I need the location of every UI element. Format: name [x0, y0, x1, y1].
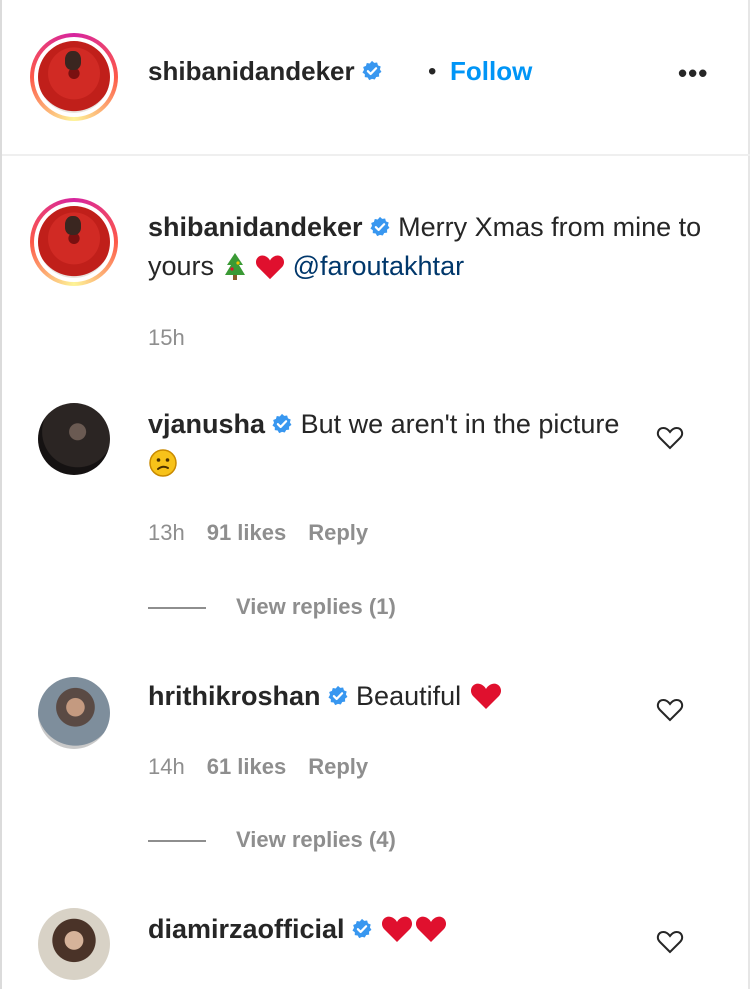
confused-face-icon: [149, 449, 177, 477]
caption-time[interactable]: 15h: [148, 325, 185, 350]
comment-time[interactable]: 14h: [148, 754, 185, 779]
comment-username[interactable]: diamirzaofficial: [148, 914, 345, 944]
like-heart-icon[interactable]: [656, 424, 684, 452]
caption-avatar[interactable]: [30, 198, 118, 286]
commenter-avatar[interactable]: [38, 908, 110, 980]
reply-button[interactable]: Reply: [308, 520, 368, 545]
red-heart-icon: [382, 916, 413, 942]
caption-text: shibanidandeker Merry Xmas from mine to …: [148, 208, 708, 286]
caption-meta: 15h: [148, 325, 207, 351]
red-heart-icon: [256, 255, 285, 280]
mention-link[interactable]: @faroutakhtar: [293, 251, 465, 281]
verified-badge-icon: [352, 918, 372, 939]
comment-body: Beautiful: [356, 681, 462, 711]
post-comments-panel: shibanidandeker • Follow ••• shibanidand…: [0, 0, 750, 989]
more-options-icon[interactable]: •••: [678, 58, 708, 89]
like-heart-icon[interactable]: [656, 696, 684, 724]
separator-dot: •: [428, 58, 437, 85]
verified-badge-icon: [327, 685, 347, 706]
post-header: shibanidandeker • Follow •••: [2, 0, 750, 156]
red-heart-icon: [470, 683, 501, 709]
view-replies-label: View replies (4): [236, 827, 396, 852]
comment-body: But we aren't in the picture: [300, 409, 620, 439]
replies-divider-line: [148, 607, 206, 610]
comment-time[interactable]: 13h: [148, 520, 185, 545]
like-heart-icon[interactable]: [656, 928, 684, 956]
follow-button[interactable]: Follow: [450, 56, 532, 87]
reply-button[interactable]: Reply: [308, 754, 368, 779]
author-username[interactable]: shibanidandeker: [148, 56, 355, 86]
replies-divider-line: [148, 840, 206, 843]
red-heart-icon: [416, 916, 447, 942]
comment-username[interactable]: vjanusha: [148, 409, 265, 439]
comment-meta: 14h 61 likes Reply: [148, 754, 390, 780]
comment-text: vjanusha But we aren't in the picture: [148, 405, 628, 483]
christmas-tree-icon: [224, 253, 245, 280]
verified-badge-icon: [272, 413, 292, 434]
author-avatar[interactable]: [30, 33, 118, 121]
comment-text: diamirzaofficial: [148, 910, 628, 949]
commenter-avatar[interactable]: [38, 677, 110, 749]
comment-likes[interactable]: 61 likes: [207, 754, 287, 779]
comment-username[interactable]: hrithikroshan: [148, 681, 321, 711]
commenter-avatar[interactable]: [38, 403, 110, 475]
view-replies-button[interactable]: View replies (4): [148, 827, 396, 853]
comment-text: hrithikroshan Beautiful: [148, 677, 628, 716]
verified-badge-icon: [370, 216, 390, 237]
view-replies-label: View replies (1): [236, 594, 396, 619]
comment-likes[interactable]: 91 likes: [207, 520, 287, 545]
caption-username[interactable]: shibanidandeker: [148, 212, 363, 242]
comment-meta: 13h 91 likes Reply: [148, 520, 390, 546]
author-username-row[interactable]: shibanidandeker: [148, 56, 383, 87]
verified-badge-icon: [362, 60, 382, 81]
view-replies-button[interactable]: View replies (1): [148, 594, 396, 620]
